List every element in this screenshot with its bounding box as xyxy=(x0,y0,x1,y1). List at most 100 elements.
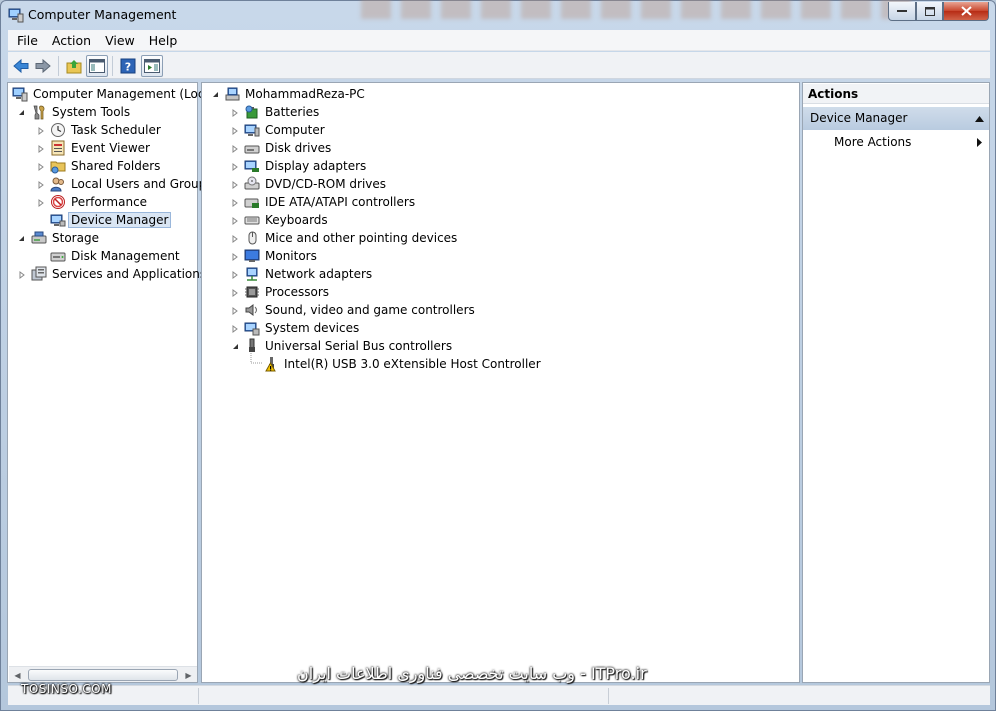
computer-management-icon xyxy=(8,7,24,23)
expanded-triangle-icon[interactable] xyxy=(211,90,220,99)
device-intel-usb3-controller[interactable]: Intel(R) USB 3.0 eXtensible Host Control… xyxy=(263,355,544,373)
device-category-computer[interactable]: Computer xyxy=(231,121,328,139)
device-category-universal-serial-bus-controllers[interactable]: Universal Serial Bus controllers xyxy=(231,337,455,355)
collapsed-triangle-icon[interactable] xyxy=(231,270,240,279)
tree-item-computer-management[interactable]: Computer Management (Local xyxy=(12,85,218,103)
keyboard-icon xyxy=(244,212,260,228)
minimize-button[interactable] xyxy=(888,2,916,21)
actions-section-label: Device Manager xyxy=(810,111,908,125)
device-category-batteries[interactable]: Batteries xyxy=(231,103,322,121)
up-one-level-button[interactable] xyxy=(63,55,85,77)
device-category-label: DVD/CD-ROM drives xyxy=(265,177,387,191)
collapse-up-icon[interactable] xyxy=(975,116,984,122)
tree-item-event-viewer[interactable]: Event Viewer xyxy=(37,139,153,157)
more-actions-item[interactable]: More Actions xyxy=(803,133,989,152)
tree-item-services-and-applications[interactable]: Services and Applications xyxy=(18,265,209,283)
show-hide-action-pane-button[interactable] xyxy=(141,55,163,77)
collapsed-triangle-icon[interactable] xyxy=(231,252,240,261)
device-category-disk-drives[interactable]: Disk drives xyxy=(231,139,334,157)
main-window: Computer Management File Action View Hel… xyxy=(0,0,996,711)
back-button[interactable] xyxy=(10,55,32,77)
collapsed-triangle-icon[interactable] xyxy=(37,180,46,189)
device-category-dvd-cd-rom-drives[interactable]: DVD/CD-ROM drives xyxy=(231,175,389,193)
device-tree-root[interactable]: MohammadReza-PC xyxy=(211,85,368,103)
device-category-label: Display adapters xyxy=(265,159,367,173)
watermark-itpro: ITPro.ir - وب سایت تخصصی فناوری اطلاعات … xyxy=(297,664,647,683)
tree-item-label: Computer Management (Local xyxy=(33,87,216,101)
console-tree-pane[interactable]: Computer Management (Local System Tools … xyxy=(7,82,215,683)
tree-item-task-scheduler[interactable]: Task Scheduler xyxy=(37,121,164,139)
forward-button[interactable] xyxy=(32,55,54,77)
device-tree-pane[interactable]: MohammadReza-PC Batteries Computer Disk dr… xyxy=(201,82,800,683)
collapsed-triangle-icon[interactable] xyxy=(231,324,240,333)
tree-item-system-tools[interactable]: System Tools xyxy=(17,103,133,121)
tree-item-label: Shared Folders xyxy=(71,159,161,173)
toolbar: ? xyxy=(8,52,990,79)
mouse-icon xyxy=(244,230,260,246)
device-category-keyboards[interactable]: Keyboards xyxy=(231,211,331,229)
collapsed-triangle-icon[interactable] xyxy=(231,234,240,243)
device-category-monitors[interactable]: Monitors xyxy=(231,247,320,265)
collapsed-triangle-icon[interactable] xyxy=(37,162,46,171)
device-category-label: Processors xyxy=(265,285,330,299)
status-bar xyxy=(8,685,990,705)
tree-item-label: Local Users and Groups xyxy=(71,177,213,191)
menu-help[interactable]: Help xyxy=(142,30,185,51)
maximize-icon xyxy=(924,6,935,16)
tree-item-storage[interactable]: Storage xyxy=(17,229,102,247)
device-category-label: Universal Serial Bus controllers xyxy=(265,339,453,353)
collapsed-triangle-icon[interactable] xyxy=(231,198,240,207)
collapsed-triangle-icon[interactable] xyxy=(231,306,240,315)
collapsed-triangle-icon[interactable] xyxy=(231,216,240,225)
collapsed-triangle-icon[interactable] xyxy=(231,288,240,297)
scrollbar-thumb[interactable] xyxy=(28,669,178,681)
show-hide-console-tree-button[interactable] xyxy=(86,55,108,77)
horizontal-scrollbar[interactable]: ◀ ▶ xyxy=(9,666,197,682)
tree-item-device-manager[interactable]: Device Manager xyxy=(50,211,172,229)
menu-file[interactable]: File xyxy=(8,30,45,51)
clock-icon xyxy=(50,122,66,138)
device-category-display-adapters[interactable]: Display adapters xyxy=(231,157,369,175)
collapsed-triangle-icon[interactable] xyxy=(231,108,240,117)
menu-action[interactable]: Action xyxy=(45,30,98,51)
tree-item-shared-folders[interactable]: Shared Folders xyxy=(37,157,163,175)
device-category-processors[interactable]: Processors xyxy=(231,283,332,301)
actions-section-device-manager[interactable]: Device Manager xyxy=(803,107,989,130)
usb-warning-icon xyxy=(263,356,279,372)
scroll-left-arrow-icon[interactable]: ◀ xyxy=(9,667,26,683)
monitor-icon xyxy=(244,248,260,264)
collapsed-triangle-icon[interactable] xyxy=(231,126,240,135)
tree-item-local-users-and-groups[interactable]: Local Users and Groups xyxy=(37,175,216,193)
collapsed-triangle-icon[interactable] xyxy=(37,198,46,207)
services-icon xyxy=(31,266,47,282)
device-category-ide-ata-atapi-controllers[interactable]: IDE ATA/ATAPI controllers xyxy=(231,193,418,211)
help-button[interactable]: ? xyxy=(117,55,139,77)
expanded-triangle-icon[interactable] xyxy=(231,342,240,351)
scroll-right-arrow-icon[interactable]: ▶ xyxy=(180,667,197,683)
collapsed-triangle-icon[interactable] xyxy=(37,144,46,153)
device-category-label: Network adapters xyxy=(265,267,373,281)
ide-controller-icon xyxy=(244,194,260,210)
folder-up-icon xyxy=(66,60,82,74)
device-manager-icon xyxy=(50,212,66,228)
display-adapter-icon xyxy=(244,158,260,174)
expanded-triangle-icon[interactable] xyxy=(17,234,26,243)
device-category-system-devices[interactable]: System devices xyxy=(231,319,362,337)
title-bar[interactable]: Computer Management xyxy=(1,0,995,29)
device-category-label: Keyboards xyxy=(265,213,328,227)
collapsed-triangle-icon[interactable] xyxy=(231,162,240,171)
collapsed-triangle-icon[interactable] xyxy=(18,270,27,279)
maximize-button[interactable] xyxy=(916,2,943,21)
close-button[interactable] xyxy=(943,2,989,21)
expanded-triangle-icon[interactable] xyxy=(17,108,26,117)
device-category-sound-video-and-game-controllers[interactable]: Sound, video and game controllers xyxy=(231,301,478,319)
tree-item-performance[interactable]: Performance xyxy=(37,193,150,211)
device-category-network-adapters[interactable]: Network adapters xyxy=(231,265,375,283)
collapsed-triangle-icon[interactable] xyxy=(231,144,240,153)
more-actions-label: More Actions xyxy=(834,135,912,149)
collapsed-triangle-icon[interactable] xyxy=(231,180,240,189)
menu-view[interactable]: View xyxy=(98,30,142,51)
collapsed-triangle-icon[interactable] xyxy=(37,126,46,135)
tree-item-disk-management[interactable]: Disk Management xyxy=(50,247,183,265)
device-category-mice-and-other-pointing-devices[interactable]: Mice and other pointing devices xyxy=(231,229,460,247)
